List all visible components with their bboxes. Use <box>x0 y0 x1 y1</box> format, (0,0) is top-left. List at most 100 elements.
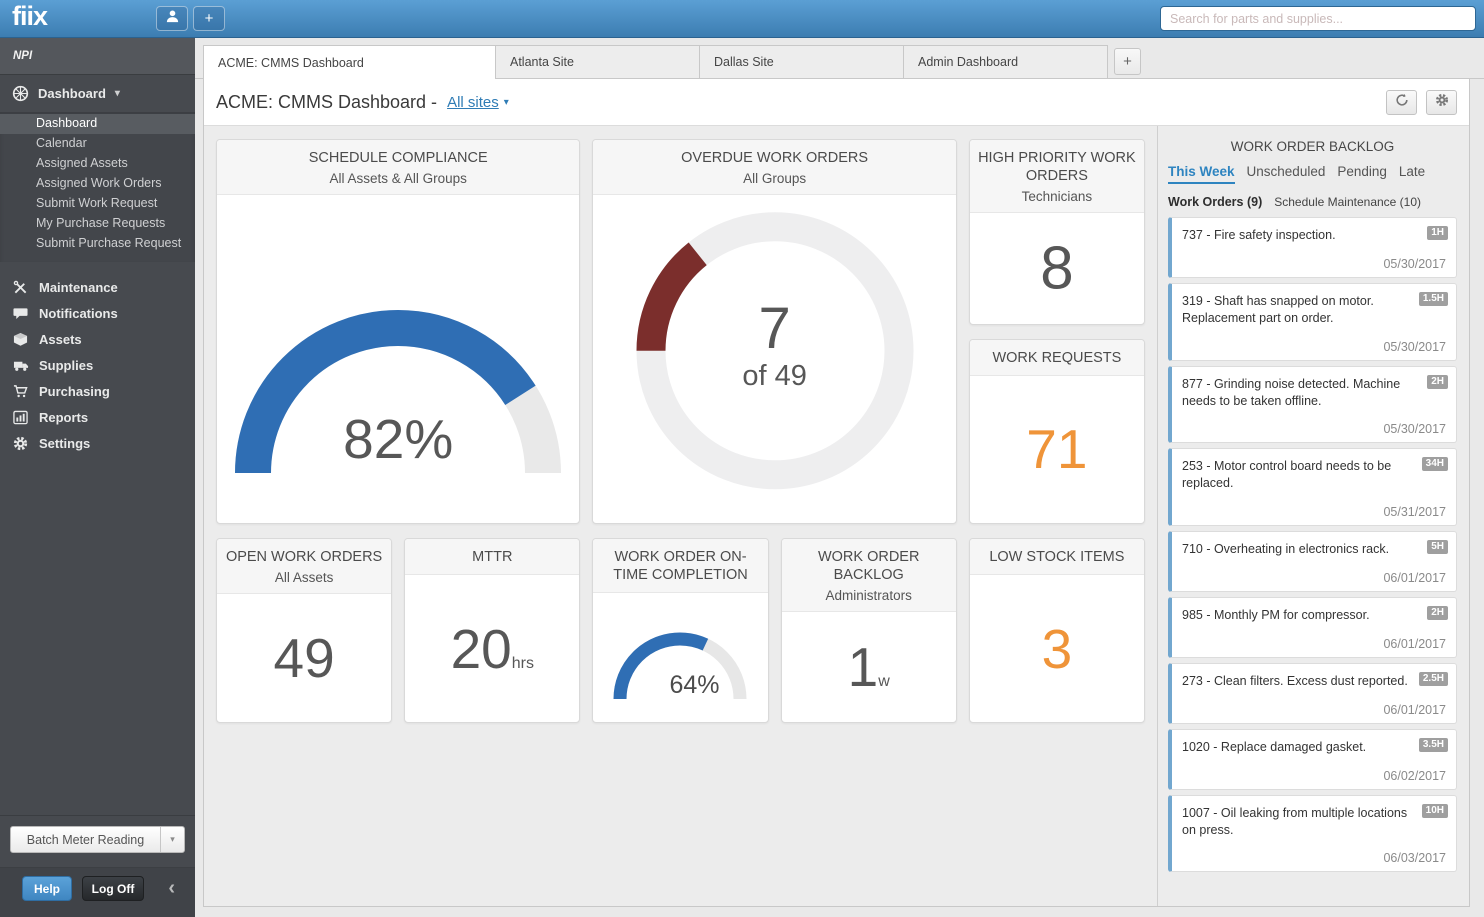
dashboard-submenu: Dashboard Calendar Assigned Assets Assig… <box>0 112 195 262</box>
duration-badge: 3.5H <box>1419 738 1448 752</box>
backlog-subtab-work-orders[interactable]: Work Orders (9) <box>1168 195 1262 209</box>
widget-high-priority-work-orders[interactable]: HIGH PRIORITY WORK ORDERS Technicians 8 <box>969 139 1145 325</box>
add-button[interactable]: + <box>193 6 225 31</box>
widget-overdue-work-orders[interactable]: OVERDUE WORK ORDERS All Groups 7 of 49 <box>592 139 956 524</box>
due-date: 06/03/2017 <box>1182 851 1446 865</box>
backlog-unit: w <box>878 673 890 690</box>
panel-title: WORK ORDER BACKLOG <box>1168 139 1457 154</box>
sidebar-item-label: Supplies <box>39 358 93 373</box>
collapse-sidebar-icon[interactable]: ‹ <box>168 877 183 900</box>
duration-badge: 34H <box>1422 457 1448 471</box>
submenu-item-submit-purchase-request[interactable]: Submit Purchase Request <box>0 234 195 254</box>
batch-meter-reading-button[interactable]: Batch Meter Reading ▾ <box>10 826 185 853</box>
widget-subtitle: All Groups <box>601 171 947 186</box>
widget-subtitle: Technicians <box>978 189 1136 204</box>
chart-icon <box>12 409 29 426</box>
sidebar-item-label: Purchasing <box>39 384 110 399</box>
submenu-item-calendar[interactable]: Calendar <box>0 134 195 154</box>
org-label: NPI <box>0 38 195 75</box>
work-order-backlog-value: 1w <box>782 635 956 699</box>
refresh-icon <box>1395 93 1409 112</box>
help-button[interactable]: Help <box>22 876 72 901</box>
user-icon <box>165 9 180 28</box>
chevron-down-icon[interactable]: ▾ <box>160 827 184 852</box>
sidebar-item-label: Reports <box>39 410 88 425</box>
chevron-down-icon[interactable]: ▾ <box>504 97 509 108</box>
widget-low-stock-items[interactable]: LOW STOCK ITEMS 3 <box>969 538 1145 723</box>
cart-icon <box>12 383 29 400</box>
dashboard-tabs: ACME: CMMS Dashboard Atlanta Site Dallas… <box>195 38 1484 79</box>
fiix-logo: fiix <box>0 1 61 36</box>
duration-badge: 1H <box>1427 226 1448 240</box>
widget-open-work-orders[interactable]: OPEN WORK ORDERS All Assets 49 <box>216 538 392 723</box>
work-order-item[interactable]: 877 - Grinding noise detected. Machine n… <box>1168 366 1457 444</box>
mttr-value: 20hrs <box>405 617 579 681</box>
widget-on-time-completion[interactable]: WORK ORDER ON-TIME COMPLETION 64% <box>592 538 768 723</box>
add-tab-button[interactable]: + <box>1114 48 1141 75</box>
widget-work-requests[interactable]: WORK REQUESTS 71 <box>969 339 1145 525</box>
sidebar-item-reports[interactable]: Reports <box>0 404 195 430</box>
open-work-orders-value: 49 <box>217 626 391 690</box>
submenu-item-dashboard[interactable]: Dashboard <box>0 114 195 134</box>
widget-title: WORK ORDER ON-TIME COMPLETION <box>601 548 759 584</box>
widget-title: WORK ORDER BACKLOG <box>790 548 948 584</box>
refresh-button[interactable] <box>1386 90 1417 115</box>
work-order-list: 737 - Fire safety inspection. 1H 05/30/2… <box>1168 217 1457 872</box>
sidebar-item-settings[interactable]: Settings <box>0 430 195 456</box>
sidebar: NPI Dashboard ▾ Dashboard Calendar Assig… <box>0 38 195 917</box>
due-date: 06/01/2017 <box>1182 637 1446 651</box>
submenu-item-my-purchase-requests[interactable]: My Purchase Requests <box>0 214 195 234</box>
tab-acme-cmms-dashboard[interactable]: ACME: CMMS Dashboard <box>203 45 496 79</box>
sidebar-footer: Batch Meter Reading ▾ Help Log Off ‹ <box>0 815 195 917</box>
work-order-item[interactable]: 253 - Motor control board needs to be re… <box>1168 448 1457 526</box>
duration-badge: 10H <box>1422 804 1448 818</box>
all-sites-link[interactable]: All sites <box>447 94 499 111</box>
backlog-tab-unscheduled[interactable]: Unscheduled <box>1247 164 1326 182</box>
backlog-subtab-schedule-maintenance[interactable]: Schedule Maintenance (10) <box>1274 195 1421 209</box>
work-order-item[interactable]: 1020 - Replace damaged gasket. 3.5H 06/0… <box>1168 729 1457 790</box>
high-priority-value: 8 <box>970 234 1144 303</box>
due-date: 05/30/2017 <box>1182 340 1446 354</box>
overdue-total: of 49 <box>634 359 916 392</box>
logoff-button[interactable]: Log Off <box>82 876 144 901</box>
low-stock-value: 3 <box>970 617 1144 681</box>
due-date: 05/30/2017 <box>1182 422 1446 436</box>
work-order-item[interactable]: 737 - Fire safety inspection. 1H 05/30/2… <box>1168 217 1457 278</box>
widget-title: OVERDUE WORK ORDERS <box>601 149 947 167</box>
submenu-item-assigned-assets[interactable]: Assigned Assets <box>0 154 195 174</box>
gear-icon <box>12 435 29 452</box>
topbar: fiix + <box>0 0 1484 38</box>
sidebar-item-purchasing[interactable]: Purchasing <box>0 378 195 404</box>
duration-badge: 2H <box>1427 375 1448 389</box>
work-order-item[interactable]: 985 - Monthly PM for compressor. 2H 06/0… <box>1168 597 1457 658</box>
work-order-item[interactable]: 319 - Shaft has snapped on motor. Replac… <box>1168 283 1457 361</box>
tab-dallas-site[interactable]: Dallas Site <box>699 45 904 78</box>
search-input[interactable] <box>1160 6 1476 31</box>
widget-mttr[interactable]: MTTR 20hrs <box>404 538 580 723</box>
tab-admin-dashboard[interactable]: Admin Dashboard <box>903 45 1108 78</box>
widget-subtitle: All Assets & All Groups <box>225 171 571 186</box>
work-order-item[interactable]: 710 - Overheating in electronics rack. 5… <box>1168 531 1457 592</box>
work-order-item[interactable]: 1007 - Oil leaking from multiple locatio… <box>1168 795 1457 873</box>
backlog-tab-pending[interactable]: Pending <box>1337 164 1387 182</box>
sidebar-item-notifications[interactable]: Notifications <box>0 300 195 326</box>
user-button[interactable] <box>156 6 188 31</box>
widget-work-order-backlog[interactable]: WORK ORDER BACKLOG Administrators 1w <box>781 538 957 723</box>
duration-badge: 2.5H <box>1419 672 1448 686</box>
submenu-item-submit-work-request[interactable]: Submit Work Request <box>0 194 195 214</box>
backlog-tab-late[interactable]: Late <box>1399 164 1425 182</box>
widget-settings-button[interactable] <box>1426 90 1457 115</box>
sidebar-item-dashboard[interactable]: Dashboard ▾ <box>0 75 195 112</box>
work-order-item[interactable]: 273 - Clean filters. Excess dust reporte… <box>1168 663 1457 724</box>
widget-title: HIGH PRIORITY WORK ORDERS <box>978 149 1136 185</box>
schedule-compliance-value: 82% <box>217 407 579 471</box>
sidebar-item-maintenance[interactable]: Maintenance <box>0 274 195 300</box>
tab-atlanta-site[interactable]: Atlanta Site <box>495 45 700 78</box>
backlog-tab-this-week[interactable]: This Week <box>1168 164 1235 184</box>
widget-schedule-compliance[interactable]: SCHEDULE COMPLIANCE All Assets & All Gro… <box>216 139 580 524</box>
submenu-item-assigned-work-orders[interactable]: Assigned Work Orders <box>0 174 195 194</box>
wrench-icon <box>12 279 29 296</box>
due-date: 06/01/2017 <box>1182 571 1446 585</box>
sidebar-item-supplies[interactable]: Supplies <box>0 352 195 378</box>
sidebar-item-assets[interactable]: Assets <box>0 326 195 352</box>
